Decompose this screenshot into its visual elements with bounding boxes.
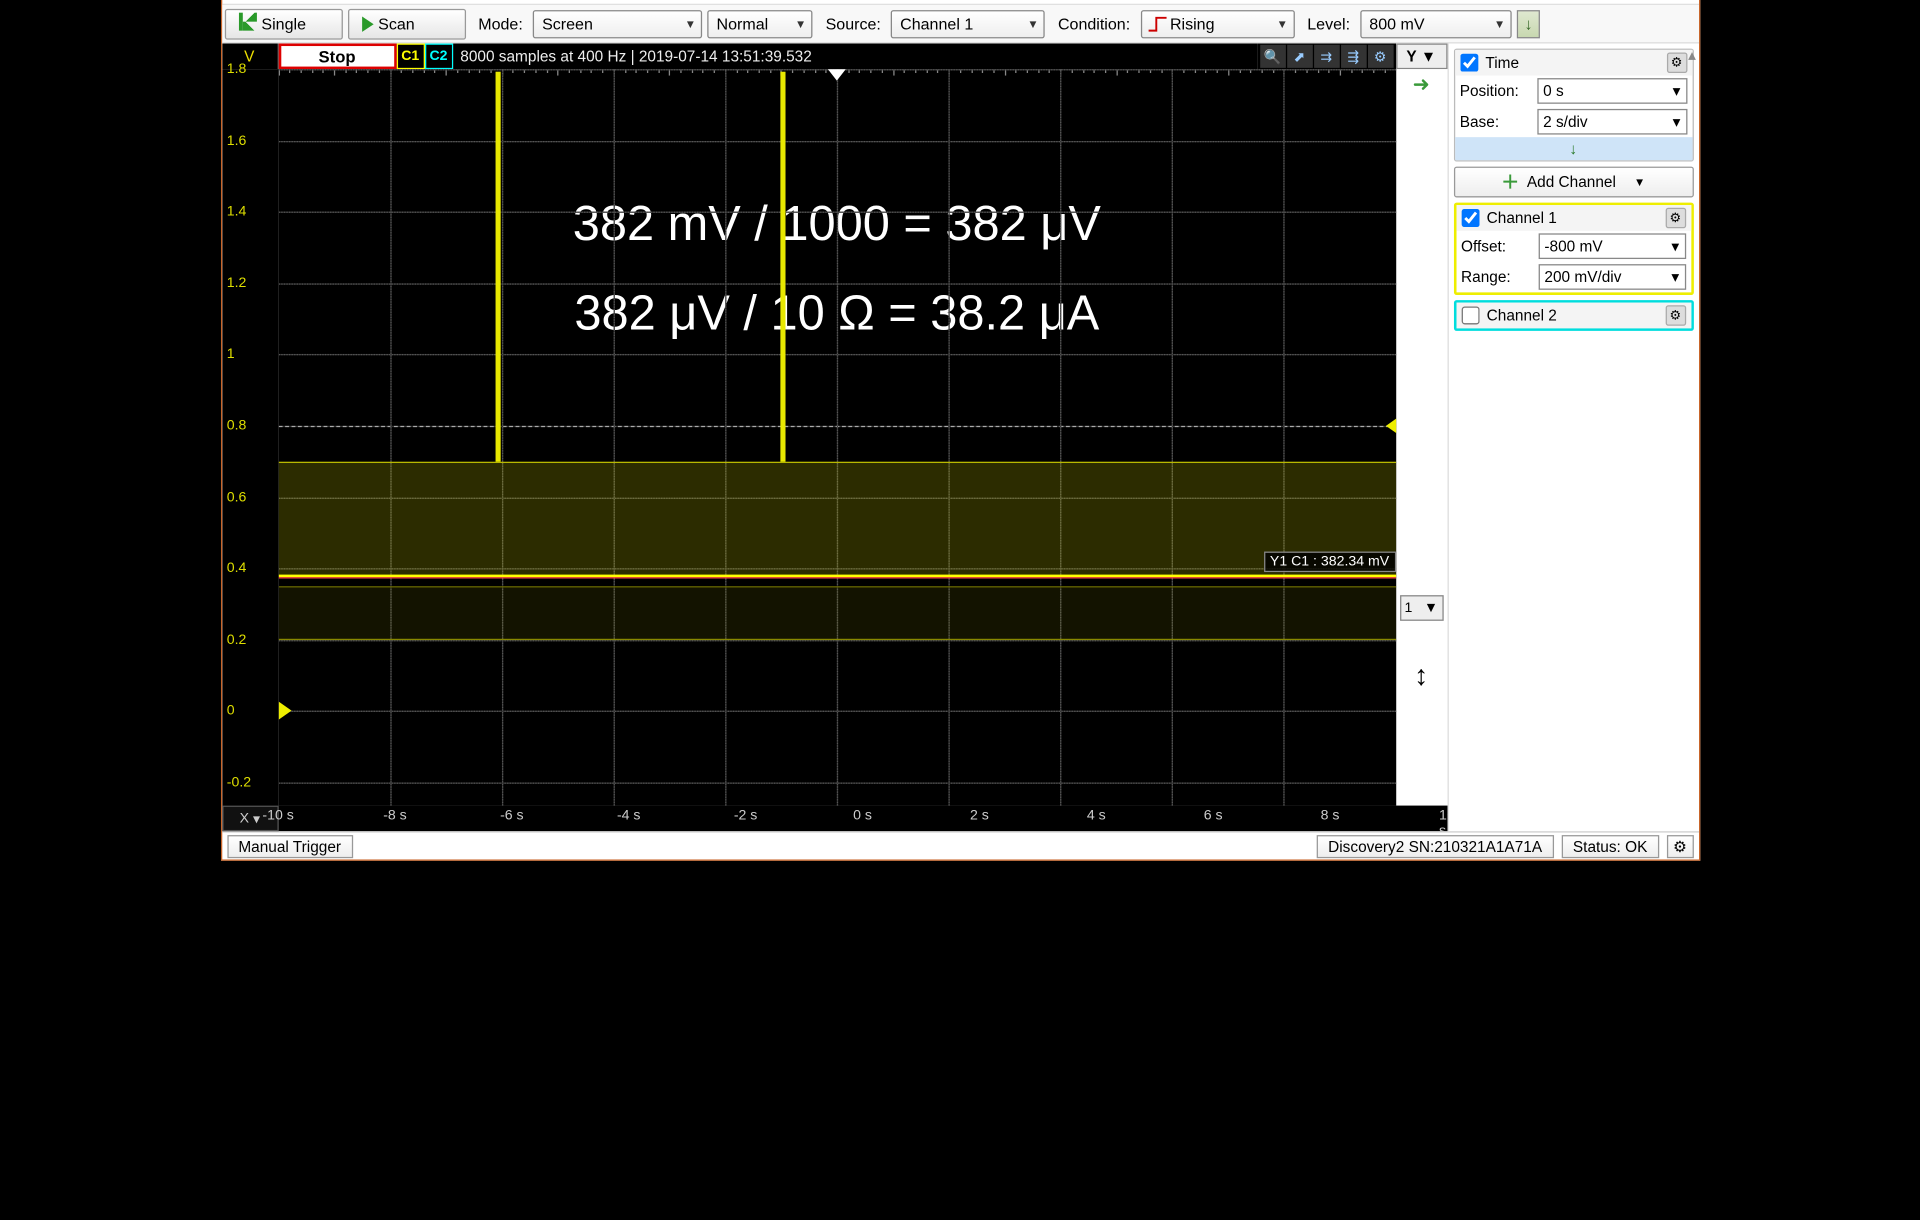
cursor-select[interactable]: 1▼ <box>1399 595 1443 621</box>
source-label: Source: <box>818 15 886 33</box>
base-label: Base: <box>1460 113 1532 131</box>
rising-edge-icon <box>1147 15 1168 33</box>
time-expander[interactable]: ↓ <box>1455 137 1692 160</box>
range-input[interactable]: 200 mV/div▾ <box>1538 264 1686 290</box>
y-axis: -0.200.20.40.60.811.21.41.61.8 <box>222 69 278 805</box>
stop-button[interactable]: Stop <box>278 43 396 69</box>
mode-select[interactable]: Screen▼ <box>533 9 702 37</box>
gear-icon[interactable]: ⚙ <box>1367 45 1393 68</box>
status-info: Status: OK <box>1561 834 1659 857</box>
offset-input[interactable]: -800 mV▾ <box>1538 233 1686 259</box>
channel1-label: Channel 1 <box>1487 209 1557 227</box>
app-window: W WaveForms (new workspace) ─ ☐ ✕ Worksp… <box>220 0 1699 861</box>
drag-handle-icon[interactable]: ↕ <box>1414 659 1428 692</box>
time-label: Time <box>1485 54 1519 72</box>
channel2-label: Channel 2 <box>1487 306 1557 324</box>
gear-icon[interactable]: ⚙ <box>1665 208 1686 229</box>
base-input[interactable]: 2 s/div▾ <box>1537 109 1687 135</box>
position-input[interactable]: 0 s▾ <box>1537 78 1687 104</box>
condition-select[interactable]: Rising▼ <box>1140 9 1294 37</box>
play-icon <box>361 16 373 31</box>
plot-right-gutter: ➜ 1▼ ↕ <box>1396 69 1447 805</box>
single-button[interactable]: Single <box>224 8 342 39</box>
scope-menubar: File Control View Window <box>222 0 1699 5</box>
trigger-mode-select[interactable]: Normal▼ <box>708 9 813 37</box>
channel1-checkbox[interactable] <box>1461 209 1479 227</box>
device-info[interactable]: Discovery2 SN:210321A1A71A <box>1317 834 1554 857</box>
channel2-panel: Channel 2 ⚙ <box>1453 300 1693 331</box>
time-panel: Time ⚙ Position: 0 s▾ Base: 2 s/div▾ ↓ <box>1453 49 1693 162</box>
position-label: Position: <box>1460 82 1532 100</box>
x-axis: X ▾ -10 s-8 s-6 s-4 s-2 s0 s2 s4 s6 s8 s… <box>222 806 1447 832</box>
toolbar: Single Scan Mode: Screen▼ Normal▼ Source… <box>222 5 1699 43</box>
offset-label: Offset: <box>1461 237 1533 255</box>
channel1-badge[interactable]: C1 <box>396 43 424 69</box>
gear-icon[interactable]: ⚙ <box>1666 52 1687 73</box>
channel1-panel: Channel 1 ⚙ Offset: -800 mV▾ Range: 200 … <box>1453 203 1693 295</box>
sidebar: ▴ Time ⚙ Position: 0 s▾ Base: 2 s/div▾ ↓ <box>1447 43 1698 831</box>
manual-trigger-button[interactable]: Manual Trigger <box>227 834 353 857</box>
time-checkbox[interactable] <box>1460 54 1478 72</box>
waveform-canvas[interactable]: 382 mV / 1000 = 382 μV 382 μV / 10 Ω = 3… <box>278 69 1395 805</box>
level-spinner[interactable]: ↓ <box>1517 9 1540 37</box>
expand-icon[interactable]: ➜ <box>1413 72 1430 98</box>
channel2-checkbox[interactable] <box>1461 306 1479 324</box>
source-select[interactable]: Channel 1▼ <box>891 9 1045 37</box>
tool-icon[interactable]: ⇶ <box>1340 45 1366 68</box>
tool-icon[interactable]: ⇉ <box>1313 45 1339 68</box>
single-icon <box>238 13 256 35</box>
plot-area: V Stop C1 C2 8000 samples at 400 Hz | 20… <box>222 43 1447 831</box>
channel2-badge[interactable]: C2 <box>424 43 452 69</box>
scan-button[interactable]: Scan <box>347 8 465 39</box>
plus-icon: ＋ <box>1501 169 1519 195</box>
level-label: Level: <box>1300 15 1356 33</box>
gear-icon[interactable]: ⚙ <box>1667 834 1694 857</box>
condition-label: Condition: <box>1050 15 1135 33</box>
collapse-icon[interactable]: ▴ <box>1688 46 1696 64</box>
level-input[interactable]: 800 mV▼ <box>1360 9 1511 37</box>
tool-icon[interactable]: ⬈ <box>1287 45 1313 68</box>
zoom-icon[interactable]: 🔍 <box>1260 45 1286 68</box>
statusbar: Manual Trigger Discovery2 SN:210321A1A71… <box>222 831 1699 859</box>
gear-icon[interactable]: ⚙ <box>1665 305 1686 326</box>
acquisition-info: 8000 samples at 400 Hz | 2019-07-14 13:5… <box>453 43 1257 69</box>
add-channel-button[interactable]: ＋ Add Channel ▼ <box>1453 167 1693 198</box>
y-axis-button[interactable]: Y ▼ <box>1396 43 1447 69</box>
cursor-readout: Y1 C1 : 382.34 mV <box>1263 552 1395 573</box>
range-label: Range: <box>1461 268 1533 286</box>
mode-label: Mode: <box>471 15 528 33</box>
plot-tools: 🔍 ⬈ ⇉ ⇶ ⚙ <box>1257 43 1396 69</box>
